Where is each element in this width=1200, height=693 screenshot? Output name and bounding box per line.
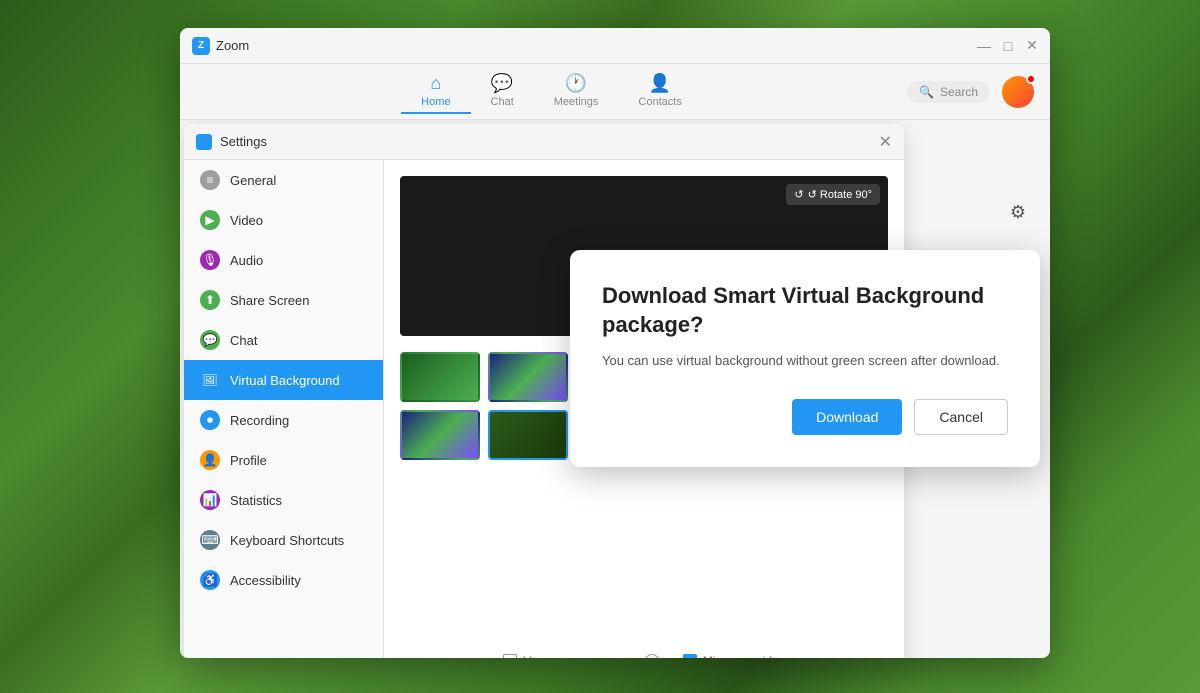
zoom-logo-icon: Z	[192, 37, 210, 55]
app-logo: Z Zoom	[192, 37, 249, 55]
tab-chat-label: Chat	[491, 96, 514, 108]
cancel-button[interactable]: Cancel	[914, 399, 1008, 435]
window-controls: — □ ✕	[978, 40, 1038, 52]
avatar-badge	[1026, 74, 1036, 84]
download-button[interactable]: Download	[792, 399, 902, 435]
main-content: ⚙ Settings ✕ ≡ General ▶ Video	[180, 120, 1050, 658]
dialog-description: You can use virtual background without g…	[602, 351, 1008, 371]
nav-bar: ⌂ Home 💬 Chat 🕐 Meetings 👤 Contacts 🔍 Se…	[180, 64, 1050, 120]
avatar[interactable]	[1002, 76, 1034, 108]
tab-chat[interactable]: 💬 Chat	[471, 69, 534, 114]
download-dialog: Download Smart Virtual Background packag…	[570, 250, 1040, 467]
tab-contacts[interactable]: 👤 Contacts	[618, 69, 701, 114]
dialog-overlay: Download Smart Virtual Background packag…	[180, 120, 1050, 658]
dialog-title: Download Smart Virtual Background packag…	[602, 282, 1008, 339]
search-label: Search	[940, 85, 978, 99]
tab-home[interactable]: ⌂ Home	[401, 69, 470, 114]
app-title: Zoom	[216, 38, 249, 53]
tab-contacts-label: Contacts	[638, 96, 681, 108]
search-icon: 🔍	[919, 85, 934, 99]
dialog-buttons: Download Cancel	[602, 399, 1008, 435]
search-bar[interactable]: 🔍 Search	[907, 81, 990, 103]
title-bar: Z Zoom — □ ✕	[180, 28, 1050, 64]
contacts-icon: 👤	[649, 73, 671, 94]
home-icon: ⌂	[430, 73, 441, 94]
chat-icon: 💬	[491, 73, 513, 94]
tab-home-label: Home	[421, 96, 450, 108]
meetings-icon: 🕐	[565, 73, 587, 94]
minimize-button[interactable]: —	[978, 40, 990, 52]
app-window: Z Zoom — □ ✕ ⌂ Home 💬 Chat 🕐 Meetings	[180, 28, 1050, 658]
tab-meetings[interactable]: 🕐 Meetings	[534, 69, 619, 114]
nav-tabs: ⌂ Home 💬 Chat 🕐 Meetings 👤 Contacts	[196, 69, 907, 114]
maximize-button[interactable]: □	[1002, 40, 1014, 52]
tab-meetings-label: Meetings	[554, 96, 599, 108]
close-button[interactable]: ✕	[1026, 40, 1038, 52]
